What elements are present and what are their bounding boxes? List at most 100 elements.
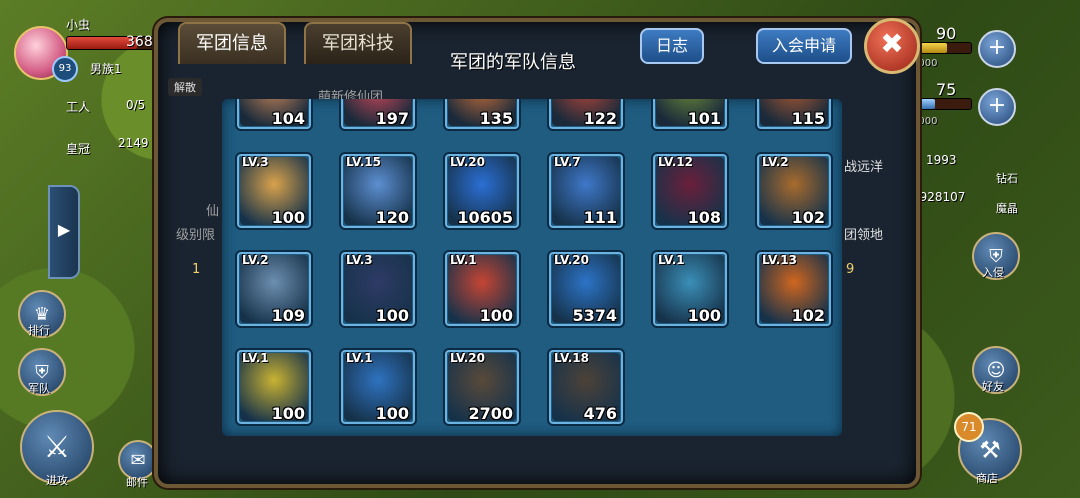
unit-card[interactable]: LV.2 102 [755, 152, 833, 230]
unit-count: 197 [375, 109, 409, 128]
unit-grid: 104 197 135 122 101 115 LV.3 100 LV.15 120 LV.20 10… [222, 99, 842, 436]
unit-card[interactable]: LV.2 109 [235, 250, 313, 328]
unit-count: 100 [375, 404, 409, 423]
player-level-badge: 93 [52, 56, 78, 82]
attack-label: 进攻 [46, 474, 68, 487]
invade-label: 入侵 [982, 266, 1004, 279]
rank-label: 排行 [28, 324, 50, 337]
shop-badge: 71 [954, 412, 984, 442]
unit-count: 100 [687, 306, 721, 325]
diamond-label: 钻石 [996, 172, 1018, 185]
unit-level: LV.12 [658, 155, 693, 169]
unit-card[interactable]: LV.18 476 [547, 348, 625, 426]
unit-count: 100 [375, 306, 409, 325]
log-button[interactable]: 日志 [640, 28, 705, 64]
unit-level: LV.1 [658, 253, 685, 267]
hammer-icon: ⚒ [979, 436, 1001, 464]
unit-level: LV.1 [346, 351, 373, 365]
unit-card[interactable]: LV.1 100 [235, 348, 313, 426]
friends-label: 好友 [982, 380, 1004, 393]
unit-count: 104 [271, 109, 305, 128]
unit-level: LV.13 [762, 253, 797, 267]
unit-count: 111 [583, 208, 617, 227]
unit-count: 120 [375, 208, 409, 227]
add-resource-2-button[interactable]: + [978, 88, 1016, 126]
right-hud: 90 1000 + 75 1000 + 1993 钻石 1928107 魔晶 ⛨… [900, 0, 1080, 498]
unit-card[interactable]: LV.1 100 [443, 250, 521, 328]
sword-icon: ⚔ [43, 429, 71, 465]
page-title: 军团的军队信息 [450, 52, 576, 73]
crown-value: 2149 [118, 136, 149, 150]
crystal-label: 魔晶 [996, 202, 1018, 215]
ghost-num-2: 9 [846, 262, 855, 277]
unit-count: 122 [583, 109, 617, 128]
crown-label: 皇冠 [66, 142, 91, 156]
crystal-value: 1928107 [912, 190, 966, 204]
unit-card-partial[interactable]: 101 [651, 99, 729, 131]
unit-card[interactable]: LV.3 100 [339, 250, 417, 328]
unit-card[interactable]: LV.7 111 [547, 152, 625, 230]
ghost-num-1: 1 [192, 262, 201, 277]
resource-1-value: 90 [936, 24, 957, 43]
unit-count: 476 [583, 404, 617, 423]
unit-card[interactable]: LV.20 2700 [443, 348, 521, 426]
unit-card[interactable]: LV.20 10605 [443, 152, 521, 230]
unit-level: LV.20 [450, 155, 485, 169]
unit-count: 101 [687, 109, 721, 128]
unit-card-partial[interactable]: 104 [235, 99, 313, 131]
unit-card-partial[interactable]: 135 [443, 99, 521, 131]
unit-level: LV.20 [450, 351, 485, 365]
level-limit-ghost: 级别限 [176, 228, 216, 243]
unit-level: LV.2 [762, 155, 789, 169]
ghost-text-2: 仙 [206, 204, 220, 219]
unit-count: 5374 [572, 306, 617, 325]
unit-card-partial[interactable]: 122 [547, 99, 625, 131]
unit-card[interactable]: LV.15 120 [339, 152, 417, 230]
close-button[interactable]: ✖ [864, 18, 920, 74]
ghost-text-4: 团领地 [844, 228, 884, 243]
shop-label: 商店 [976, 472, 998, 485]
unit-count: 115 [791, 109, 825, 128]
left-hud: 93 小虫 368 男族1 工人 0/5 皇冠 2149 ♛ 排行 ⛨ 军队 ⚔… [0, 0, 160, 498]
resource-2-value: 75 [936, 80, 957, 99]
tab-guild-tech[interactable]: 军团科技 [304, 22, 412, 64]
unit-level: LV.1 [242, 351, 269, 365]
army-label: 军队 [28, 382, 50, 395]
unit-card[interactable]: LV.20 5374 [547, 250, 625, 328]
expand-tab-arrow[interactable]: ▶ [48, 185, 80, 279]
tab-guild-info[interactable]: 军团信息 [178, 22, 286, 64]
player-title: 男族1 [90, 62, 122, 76]
unit-count: 100 [271, 404, 305, 423]
dismiss-button[interactable]: 解散 [168, 78, 202, 96]
unit-level: LV.7 [554, 155, 581, 169]
unit-card-partial[interactable]: 115 [755, 99, 833, 131]
unit-count: 135 [479, 109, 513, 128]
unit-level: LV.18 [554, 351, 589, 365]
mail-label: 邮件 [126, 476, 148, 489]
player-name: 小虫 [66, 18, 91, 32]
unit-count: 102 [791, 306, 825, 325]
add-resource-1-button[interactable]: + [978, 30, 1016, 68]
unit-level: LV.1 [450, 253, 477, 267]
unit-level: LV.2 [242, 253, 269, 267]
ghost-text-3: 战远洋 [844, 160, 884, 175]
unit-card[interactable]: LV.1 100 [651, 250, 729, 328]
unit-level: LV.15 [346, 155, 381, 169]
unit-card[interactable]: LV.1 100 [339, 348, 417, 426]
unit-count: 2700 [468, 404, 513, 423]
unit-card[interactable]: LV.12 108 [651, 152, 729, 230]
unit-card[interactable]: LV.3 100 [235, 152, 313, 230]
apply-button[interactable]: 入会申请 [756, 28, 853, 64]
unit-count: 100 [479, 306, 513, 325]
unit-count: 109 [271, 306, 305, 325]
unit-level: LV.3 [242, 155, 269, 169]
unit-count: 10605 [457, 208, 513, 227]
diamond-value: 1993 [926, 153, 957, 167]
unit-count: 102 [791, 208, 825, 227]
close-icon: ✖ [880, 27, 904, 60]
unit-card[interactable]: LV.13 102 [755, 250, 833, 328]
unit-card-partial[interactable]: 197 [339, 99, 417, 131]
mail-icon: ✉ [130, 449, 146, 471]
player-hp-value: 368 [126, 34, 153, 50]
workers-label: 工人 [66, 100, 91, 114]
